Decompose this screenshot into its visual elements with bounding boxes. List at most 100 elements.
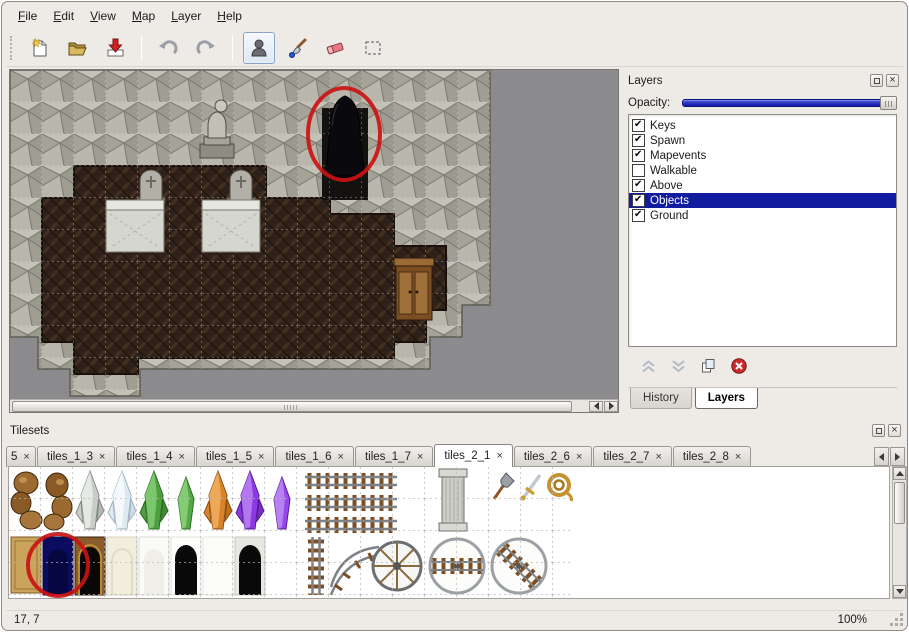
delete-layer-button[interactable] <box>730 357 748 378</box>
layer-row[interactable]: Ground <box>629 208 896 223</box>
layer-checkbox[interactable] <box>632 119 645 132</box>
resize-grip[interactable] <box>891 614 903 626</box>
layer-list[interactable]: Keys Spawn Mapevents Walkable Above Obje… <box>628 114 897 347</box>
status-bar: 17, 7 100% <box>6 610 903 629</box>
scrollbar-thumb[interactable] <box>894 482 905 524</box>
raise-layer-button[interactable] <box>640 358 657 377</box>
tileset-tab-active[interactable]: tiles_2_1 <box>434 444 512 467</box>
scroll-up-button[interactable] <box>893 467 906 480</box>
close-tab-icon[interactable] <box>496 450 502 462</box>
toolbar-drag-handle[interactable] <box>10 36 14 60</box>
close-tab-icon[interactable] <box>576 451 582 463</box>
layer-checkbox[interactable] <box>632 164 645 177</box>
undo-icon <box>157 37 179 59</box>
close-panel-button[interactable] <box>888 424 901 437</box>
tab-layers[interactable]: Layers <box>695 388 758 409</box>
tileset-tab[interactable]: tiles_2_6 <box>514 446 592 467</box>
scrollbar-thumb[interactable] <box>12 401 572 412</box>
tileset-tab[interactable]: tiles_1_7 <box>355 446 433 467</box>
platform-tile-sprite[interactable] <box>106 200 164 252</box>
tab-history[interactable]: History <box>630 388 692 409</box>
tileset-tab[interactable]: tiles_2_8 <box>673 446 751 467</box>
layer-checkbox[interactable] <box>632 149 645 162</box>
toolbar-separator <box>141 35 142 61</box>
menu-view[interactable]: View <box>82 6 124 26</box>
layer-checkbox[interactable] <box>632 179 645 192</box>
tileset-tab[interactable]: tiles_1_5 <box>196 446 274 467</box>
scroll-right-button[interactable] <box>604 401 618 412</box>
menu-edit[interactable]: Edit <box>45 6 82 26</box>
tab-scroll-left-button[interactable] <box>874 447 889 466</box>
float-panel-button[interactable] <box>870 74 883 87</box>
tileset-tab[interactable]: 5 <box>6 446 36 467</box>
close-tab-icon[interactable] <box>338 451 344 463</box>
lower-layer-button[interactable] <box>670 358 687 377</box>
tileset-tab[interactable]: tiles_1_4 <box>116 446 194 467</box>
close-tab-icon[interactable] <box>258 451 264 463</box>
lower-layer-icon <box>670 358 687 374</box>
redo-button[interactable] <box>190 32 222 64</box>
menu-layer[interactable]: Layer <box>163 6 209 26</box>
tab-label: tiles_2_6 <box>524 451 570 463</box>
close-tab-icon[interactable] <box>417 451 423 463</box>
cabinet-sprite[interactable] <box>394 258 434 320</box>
opacity-slider-handle[interactable] <box>880 96 897 110</box>
menu-help[interactable]: Help <box>209 6 250 26</box>
gravestone-sprite[interactable] <box>137 170 165 203</box>
eraser-tool-button[interactable] <box>319 32 351 64</box>
tab-label: tiles_1_5 <box>206 451 252 463</box>
opacity-slider[interactable] <box>682 96 897 110</box>
layer-checkbox[interactable] <box>632 134 645 147</box>
layer-row[interactable]: Mapevents <box>629 148 896 163</box>
map-horizontal-scrollbar[interactable] <box>10 399 618 412</box>
map-view[interactable] <box>9 69 619 413</box>
tileset-vertical-scrollbar[interactable] <box>892 466 907 599</box>
layer-checkbox[interactable] <box>632 209 645 222</box>
panel-tab-bar: History Layers <box>628 387 897 411</box>
close-panel-button[interactable] <box>886 74 899 87</box>
layer-label: Mapevents <box>650 150 706 162</box>
tileset-tab[interactable]: tiles_2_7 <box>593 446 671 467</box>
close-tab-icon[interactable] <box>735 451 741 463</box>
delete-layer-icon <box>730 357 748 375</box>
duplicate-layer-button[interactable] <box>700 358 717 377</box>
tileset-tab[interactable]: tiles_1_6 <box>275 446 353 467</box>
close-tab-icon[interactable] <box>99 451 105 463</box>
close-icon <box>891 425 897 436</box>
close-tab-icon[interactable] <box>655 451 661 463</box>
layer-label: Above <box>650 180 683 192</box>
gravestone-sprite[interactable] <box>227 170 255 203</box>
scroll-left-button[interactable] <box>589 401 603 412</box>
layer-label: Objects <box>650 195 689 207</box>
save-download-icon <box>104 37 126 59</box>
close-tab-icon[interactable] <box>179 451 185 463</box>
layer-row[interactable]: Walkable <box>629 163 896 178</box>
menu-map[interactable]: Map <box>124 6 163 26</box>
place-player-tool-button[interactable] <box>243 32 275 64</box>
open-button[interactable] <box>61 32 93 64</box>
float-panel-button[interactable] <box>872 424 885 437</box>
redo-icon <box>195 37 217 59</box>
selection-rect-icon <box>362 37 384 59</box>
platform-tile-sprite[interactable] <box>202 200 260 252</box>
layer-row[interactable]: Keys <box>629 118 896 133</box>
save-button[interactable] <box>99 32 131 64</box>
map-canvas[interactable] <box>10 70 618 399</box>
tileset-tab[interactable]: tiles_1_3 <box>37 446 115 467</box>
select-tool-button[interactable] <box>357 32 389 64</box>
layer-row[interactable]: Above <box>629 178 896 193</box>
layer-checkbox[interactable] <box>632 194 645 207</box>
tileset-image[interactable] <box>9 467 889 598</box>
new-file-button[interactable] <box>23 32 55 64</box>
tileset-canvas[interactable] <box>8 466 890 599</box>
close-tab-icon[interactable] <box>23 451 29 463</box>
undo-button[interactable] <box>152 32 184 64</box>
layer-row[interactable]: Spawn <box>629 133 896 148</box>
opacity-slider-groove[interactable] <box>682 99 895 107</box>
layer-row-selected[interactable]: Objects <box>629 193 896 208</box>
menu-file[interactable]: File <box>10 6 45 26</box>
scroll-down-button[interactable] <box>893 585 906 598</box>
cursor-tile-coordinates: 17, 7 <box>14 614 40 626</box>
tab-scroll-right-button[interactable] <box>890 447 905 466</box>
paint-tool-button[interactable] <box>281 32 313 64</box>
